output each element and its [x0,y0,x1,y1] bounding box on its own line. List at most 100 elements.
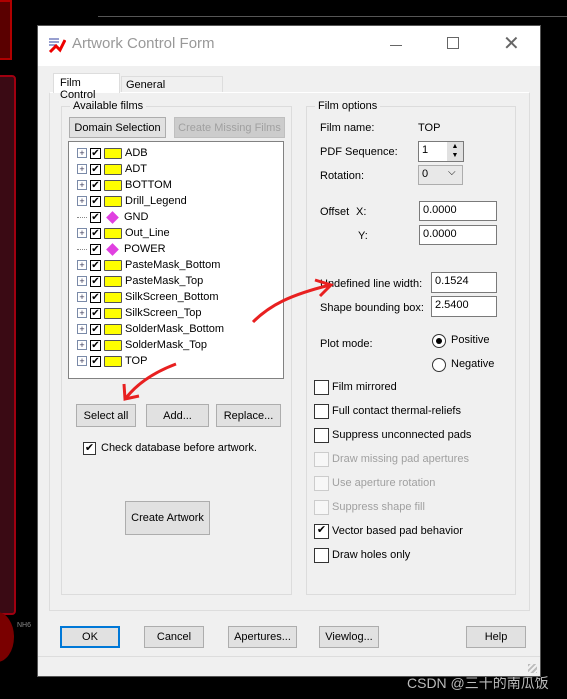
film-option-checkbox[interactable] [314,476,329,491]
select-all-button[interactable]: Select all [76,404,136,427]
expand-icon[interactable]: + [77,292,87,302]
film-tree-item[interactable]: ✔ POWER [77,241,166,257]
layer-diamond-icon [106,210,119,224]
positive-radio[interactable] [432,334,446,348]
resize-grip-icon[interactable] [528,664,537,673]
film-tree-item[interactable]: ✔ GND [77,209,148,225]
folder-icon [104,307,122,319]
film-option-checkbox[interactable] [314,428,329,443]
film-name: POWER [124,243,166,255]
shape-bounding-box-input[interactable]: 2.5400 [431,296,497,317]
create-missing-films-button[interactable]: Create Missing Films [174,117,285,138]
offset-label: Offset [320,206,350,218]
film-checkbox[interactable]: ✔ [90,291,101,303]
film-option-checkbox[interactable] [314,500,329,515]
close-button[interactable]: ✕ [503,31,520,56]
window-title: Artwork Control Form [72,35,215,52]
spinner-arrows-icon[interactable]: ▲ ▼ [447,142,463,161]
film-option-checkbox[interactable]: ✔ [314,524,329,539]
film-checkbox[interactable]: ✔ [90,259,101,271]
tab-general-parameters[interactable]: General Parameters [121,76,223,103]
tab-film-control[interactable]: Film Control [53,73,120,101]
film-tree-item[interactable]: + ✔ SolderMask_Top [77,337,207,353]
film-option-label: Full contact thermal-reliefs [332,405,461,417]
pcb-pad [0,612,14,662]
help-button[interactable]: Help [466,626,526,648]
expand-icon[interactable]: + [77,148,87,158]
check-database-checkbox[interactable]: ✔ [83,442,96,455]
cancel-button[interactable]: Cancel [144,626,204,648]
apertures-button[interactable]: Apertures... [228,626,297,648]
film-name: ADB [125,147,148,159]
film-checkbox[interactable]: ✔ [90,211,101,223]
positive-label: Positive [451,334,490,346]
viewlog-button[interactable]: Viewlog... [319,626,379,648]
film-checkbox[interactable]: ✔ [90,163,101,175]
film-checkbox[interactable]: ✔ [90,355,101,367]
negative-radio[interactable] [432,358,446,372]
film-name: SolderMask_Bottom [125,323,225,335]
film-option-label: Draw holes only [332,549,411,561]
film-tree-item[interactable]: + ✔ SilkScreen_Bottom [77,289,219,305]
maximize-button[interactable] [447,37,459,49]
pcb-shape [0,75,16,615]
expand-icon[interactable]: + [77,228,87,238]
folder-icon [104,355,122,367]
expand-icon[interactable]: + [77,180,87,190]
undefined-line-width-input[interactable]: 0.1524 [431,272,497,293]
rotation-select[interactable]: 0 [418,165,463,185]
film-option-checkbox[interactable] [314,404,329,419]
film-checkbox[interactable]: ✔ [90,339,101,351]
replace-button[interactable]: Replace... [216,404,281,427]
folder-icon [104,323,122,335]
expand-icon[interactable]: + [77,276,87,286]
film-checkbox[interactable]: ✔ [90,323,101,335]
folder-icon [104,339,122,351]
offset-y-input[interactable]: 0.0000 [419,225,497,245]
films-tree[interactable]: + ✔ ADB + ✔ ADT + ✔ BOTTOM + ✔ Drill_Legend ✔ GND + ✔ Ou… [68,141,284,379]
expand-icon[interactable]: + [77,260,87,270]
film-name: Drill_Legend [125,195,187,207]
artwork-control-dialog: Artwork Control Form ✕ Film Control Gene… [37,25,541,677]
film-checkbox[interactable]: ✔ [90,275,101,287]
tree-line [77,248,87,250]
folder-icon [104,227,122,239]
domain-selection-button[interactable]: Domain Selection [69,117,166,138]
film-tree-item[interactable]: + ✔ BOTTOM [77,177,172,193]
film-name: PasteMask_Top [125,275,204,287]
film-checkbox[interactable]: ✔ [90,307,101,319]
expand-icon[interactable]: + [77,164,87,174]
ok-button[interactable]: OK [60,626,120,648]
film-tree-item[interactable]: + ✔ PasteMask_Top [77,273,203,289]
film-tree-item[interactable]: + ✔ SilkScreen_Top [77,305,201,321]
film-tree-item[interactable]: + ✔ TOP [77,353,147,369]
film-option-checkbox[interactable] [314,548,329,563]
expand-icon[interactable]: + [77,196,87,206]
film-tree-item[interactable]: + ✔ Drill_Legend [77,193,187,209]
minimize-button[interactable] [390,45,402,46]
film-checkbox[interactable]: ✔ [90,227,101,239]
offset-x-label: X: [356,206,367,218]
film-tree-item[interactable]: + ✔ Out_Line [77,225,170,241]
expand-icon[interactable]: + [77,308,87,318]
shape-bounding-box-label: Shape bounding box: [320,302,424,314]
film-checkbox[interactable]: ✔ [90,243,101,255]
film-name: SolderMask_Top [125,339,207,351]
add-button[interactable]: Add... [146,404,209,427]
film-checkbox[interactable]: ✔ [90,195,101,207]
expand-icon[interactable]: + [77,356,87,366]
film-tree-item[interactable]: + ✔ PasteMask_Bottom [77,257,220,273]
folder-icon [104,179,122,191]
film-tree-item[interactable]: + ✔ ADT [77,161,147,177]
expand-icon[interactable]: + [77,324,87,334]
film-tree-item[interactable]: + ✔ SolderMask_Bottom [77,321,224,337]
film-checkbox[interactable]: ✔ [90,147,101,159]
film-option-checkbox[interactable] [314,452,329,467]
film-option-checkbox[interactable] [314,380,329,395]
film-tree-item[interactable]: + ✔ ADB [77,145,148,161]
expand-icon[interactable]: + [77,340,87,350]
offset-x-input[interactable]: 0.0000 [419,201,497,221]
folder-icon [104,147,122,159]
film-checkbox[interactable]: ✔ [90,179,101,191]
create-artwork-button[interactable]: Create Artwork [125,501,210,535]
